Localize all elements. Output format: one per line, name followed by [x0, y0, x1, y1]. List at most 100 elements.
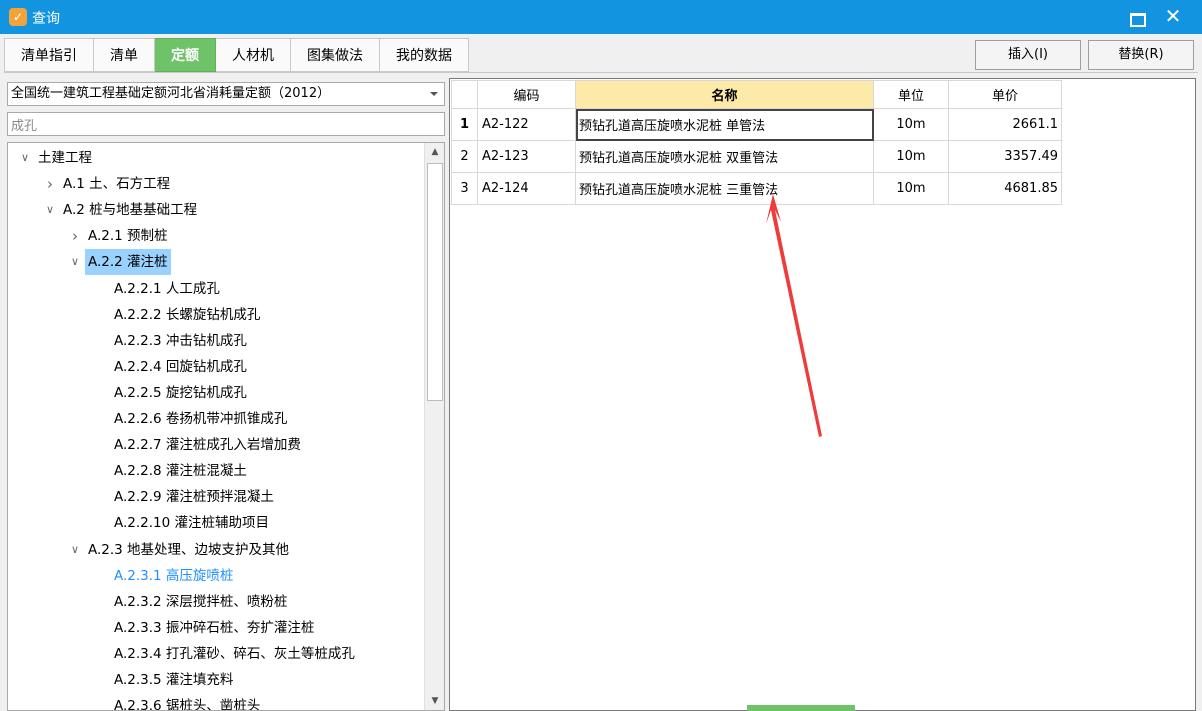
chevron-down-icon[interactable]: ∨	[18, 145, 32, 171]
tree-node[interactable]: ∨ A.2.3 地基处理、边坡支护及其他	[8, 537, 422, 563]
name-cell[interactable]: 预钻孔道高压旋喷水泥桩 单管法	[575, 108, 874, 141]
tree-node[interactable]: ∨ A.2 桩与地基基础工程	[8, 197, 422, 223]
tree-node-label: A.2.2.4 回旋钻机成孔	[114, 358, 247, 375]
row-number: 1	[451, 108, 478, 141]
tree-node[interactable]: A.2.2.2 长螺旋钻机成孔	[8, 302, 422, 328]
chevron-down-icon[interactable]: ∨	[43, 197, 57, 223]
tree-node[interactable]: A.2.3.6 锯桩头、凿桩头	[8, 693, 422, 711]
tree-node-label: A.2.3.1 高压旋喷桩	[114, 567, 234, 584]
code-header[interactable]: 编码	[477, 80, 576, 109]
tab-atlas-method[interactable]: 图集做法	[291, 38, 380, 72]
name-header[interactable]: 名称	[575, 80, 874, 109]
title-bar: ✓ 查询 ✕	[0, 0, 1202, 34]
tree-node-label: A.2.3.5 灌注填充料	[114, 672, 234, 688]
tree-node[interactable]: A.2.2.1 人工成孔	[8, 276, 422, 302]
tree-node[interactable]: A.2.3.1 高压旋喷桩	[8, 563, 422, 589]
code-cell[interactable]: A2-124	[477, 172, 576, 205]
tree-node-label: A.2 桩与地基基础工程	[63, 202, 198, 219]
tree-node-label: A.2.3 地基处理、边坡支护及其他	[88, 541, 290, 558]
unit-cell[interactable]: 10m	[873, 172, 949, 205]
tree-node-label: A.2.2.1 人工成孔	[114, 280, 220, 297]
tree-node[interactable]: A.2.2.10 灌注桩辅助项目	[8, 510, 422, 536]
tree-node-label: A.2.3.3 振冲碎石桩、夯扩灌注桩	[114, 619, 315, 636]
table-row[interactable]: 1 A2-122 预钻孔道高压旋喷水泥桩 单管法 10m 2661.1	[451, 108, 1062, 141]
tree-node[interactable]: A.2.2.7 灌注桩成孔入岩增加费	[8, 432, 422, 458]
quota-table: 编码 名称 单位 单价 1 A2-122 预钻孔道高压旋喷水泥桩 单管法 10m…	[451, 80, 1062, 205]
tree-node-label: A.2.2.3 冲击钻机成孔	[114, 332, 247, 349]
tree-node-label: 土建工程	[38, 150, 92, 166]
tree-node-label: A.2.3.4 打孔灌砂、碎石、灰土等桩成孔	[114, 645, 355, 662]
quota-library-value: 全国统一建筑工程基础定额河北省消耗量定额（2012）	[11, 86, 331, 101]
tab-quota[interactable]: 定额	[155, 38, 216, 72]
tree-node[interactable]: A.2.3.5 灌注填充料	[8, 667, 422, 693]
chevron-right-icon[interactable]: ›	[68, 223, 82, 249]
scroll-up-arrow-icon[interactable]: ▲	[425, 143, 444, 161]
tree-node-label: A.2.3.6 锯桩头、凿桩头	[114, 698, 261, 711]
maximize-button[interactable]	[1128, 9, 1146, 27]
chevron-right-icon[interactable]: ›	[43, 171, 57, 197]
price-cell[interactable]: 2661.1	[948, 108, 1062, 141]
tree-node[interactable]: › A.1 土、石方工程	[8, 171, 422, 197]
tree-node[interactable]: A.2.2.6 卷扬机带冲抓锥成孔	[8, 406, 422, 432]
tree-node-label: A.2.2.2 长螺旋钻机成孔	[114, 306, 261, 323]
tree-scrollbar[interactable]: ▲ ▼	[424, 143, 444, 710]
tree-node-label: A.2.2.9 灌注桩预拌混凝土	[114, 489, 274, 506]
tree-node-label: A.2.2.5 旋挖钻机成孔	[114, 384, 247, 401]
code-cell[interactable]: A2-122	[477, 108, 576, 141]
tree-node[interactable]: A.2.3.2 深层搅拌桩、喷粉桩	[8, 589, 422, 615]
price-cell[interactable]: 3357.49	[948, 140, 1062, 173]
code-cell[interactable]: A2-123	[477, 140, 576, 173]
tree-node-label: A.2.2.7 灌注桩成孔入岩增加费	[114, 437, 301, 454]
replace-button[interactable]: 替换(R)	[1088, 40, 1194, 70]
tree-node[interactable]: A.2.2.8 灌注桩混凝土	[8, 458, 422, 484]
tab-labor-material-machine[interactable]: 人材机	[216, 38, 291, 72]
tab-bill-guide[interactable]: 清单指引	[4, 38, 94, 72]
row-number: 3	[451, 172, 478, 205]
tree-node[interactable]: A.2.3.3 振冲碎石桩、夯扩灌注桩	[8, 615, 422, 641]
row-number: 2	[451, 140, 478, 173]
price-cell[interactable]: 4681.85	[948, 172, 1062, 205]
tree-node-label: A.1 土、石方工程	[63, 176, 171, 193]
table-row[interactable]: 3 A2-124 预钻孔道高压旋喷水泥桩 三重管法 10m 4681.85	[451, 172, 1062, 205]
quota-grid: 编码 名称 单位 单价 1 A2-122 预钻孔道高压旋喷水泥桩 单管法 10m…	[449, 78, 1196, 711]
scroll-down-arrow-icon[interactable]: ▼	[425, 692, 444, 710]
unit-header[interactable]: 单位	[873, 80, 949, 109]
tree-node[interactable]: A.2.3.4 打孔灌砂、碎石、灰土等桩成孔	[8, 641, 422, 667]
table-header-row: 编码 名称 单位 单价	[451, 80, 1062, 109]
table-row[interactable]: 2 A2-123 预钻孔道高压旋喷水泥桩 双重管法 10m 3357.49	[451, 140, 1062, 173]
name-cell[interactable]: 预钻孔道高压旋喷水泥桩 三重管法	[575, 172, 874, 205]
tab-strip: 清单指引 清单 定额 人材机 图集做法 我的数据	[4, 38, 469, 72]
tree-node-label: A.2.2.8 灌注桩混凝土	[114, 463, 247, 480]
tree-node[interactable]: A.2.2.3 冲击钻机成孔	[8, 328, 422, 354]
tree-node[interactable]: ∨ 土建工程	[8, 145, 422, 171]
unit-cell[interactable]: 10m	[873, 108, 949, 141]
unit-cell[interactable]: 10m	[873, 140, 949, 173]
insert-button[interactable]: 插入(I)	[975, 40, 1081, 70]
quota-library-select[interactable]: 全国统一建筑工程基础定额河北省消耗量定额（2012）	[7, 82, 445, 106]
scrollbar-thumb[interactable]	[427, 163, 443, 401]
search-input[interactable]	[7, 112, 445, 136]
tree-node-label: A.2.3.2 深层搅拌桩、喷粉桩	[114, 593, 288, 610]
tab-bill[interactable]: 清单	[94, 38, 155, 72]
tab-my-data[interactable]: 我的数据	[380, 38, 469, 72]
rownum-header	[451, 80, 478, 109]
tree-node-label: A.2.1 预制桩	[88, 228, 168, 245]
chevron-down-icon[interactable]: ∨	[68, 537, 82, 563]
tree-node[interactable]: A.2.2.5 旋挖钻机成孔	[8, 380, 422, 406]
chevron-down-icon[interactable]	[430, 92, 438, 96]
tree-node-label: A.2.2 灌注桩	[85, 249, 171, 276]
bottom-splitter-handle[interactable]	[747, 705, 855, 711]
category-tree: ∨ 土建工程 › A.1 土、石方工程 ∨ A.2 桩与地基基础工程 › A.2.1 预制桩 ∨…	[7, 142, 445, 711]
name-cell[interactable]: 预钻孔道高压旋喷水泥桩 双重管法	[575, 140, 874, 173]
tree-node[interactable]: A.2.2.4 回旋钻机成孔	[8, 354, 422, 380]
tree-node[interactable]: ∨ A.2.2 灌注桩	[8, 249, 422, 276]
tree-node-label: A.2.2.6 卷扬机带冲抓锥成孔	[114, 411, 288, 427]
query-window: ✓ 查询 ✕ 清单指引 清单 定额 人材机 图集做法 我的数据 插入(I) 替换…	[0, 0, 1202, 711]
tree-node[interactable]: › A.2.1 预制桩	[8, 223, 422, 249]
window-title: 查询	[32, 11, 60, 27]
price-header[interactable]: 单价	[948, 80, 1062, 109]
close-button[interactable]: ✕	[1162, 5, 1184, 27]
chevron-down-icon[interactable]: ∨	[68, 249, 82, 275]
tab-divider	[4, 72, 1198, 73]
tree-node[interactable]: A.2.2.9 灌注桩预拌混凝土	[8, 484, 422, 510]
